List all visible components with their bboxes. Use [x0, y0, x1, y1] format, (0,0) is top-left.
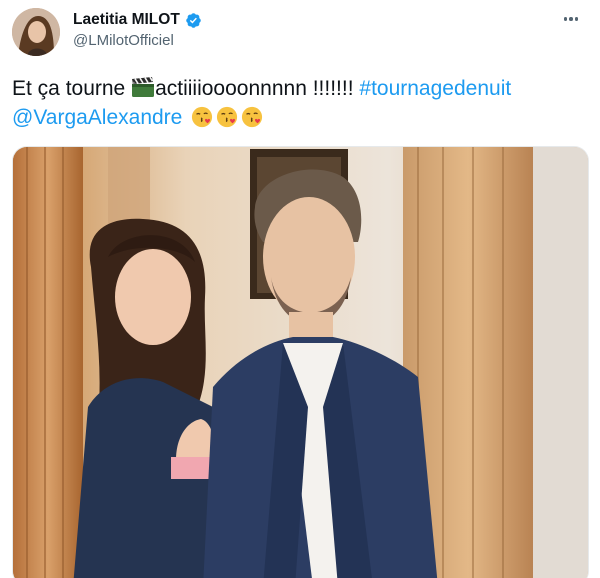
- face-blowing-kiss-icon: [217, 106, 238, 128]
- tweet-text-action: actiiiioooonnnnn !!!!!!!: [155, 77, 360, 100]
- clapper-board-icon: [132, 76, 155, 97]
- tweet-text-start: Et ça tourne: [12, 77, 132, 100]
- more-options-icon[interactable]: [556, 10, 586, 28]
- mention-link[interactable]: @VargaAlexandre: [12, 106, 182, 129]
- avatar[interactable]: [12, 8, 60, 56]
- author-name[interactable]: Laetitia MILOT: [73, 11, 180, 29]
- author-info: Laetitia MILOT @LMilotOfficiel: [73, 11, 202, 49]
- tweet-photo[interactable]: [12, 146, 589, 578]
- hashtag-link[interactable]: #tournagedenuit: [359, 77, 511, 100]
- face-blowing-kiss-icon: [192, 106, 213, 128]
- author-handle[interactable]: @LMilotOfficiel: [73, 32, 202, 49]
- tweet-text: Et ça tourne actiiiioooonnnnn !!!!!!! #t…: [12, 74, 592, 132]
- tweet-card: Laetitia MILOT @LMilotOfficiel Et ça tou…: [0, 0, 600, 578]
- face-blowing-kiss-icon: [242, 106, 263, 128]
- verified-badge-icon: [186, 12, 201, 28]
